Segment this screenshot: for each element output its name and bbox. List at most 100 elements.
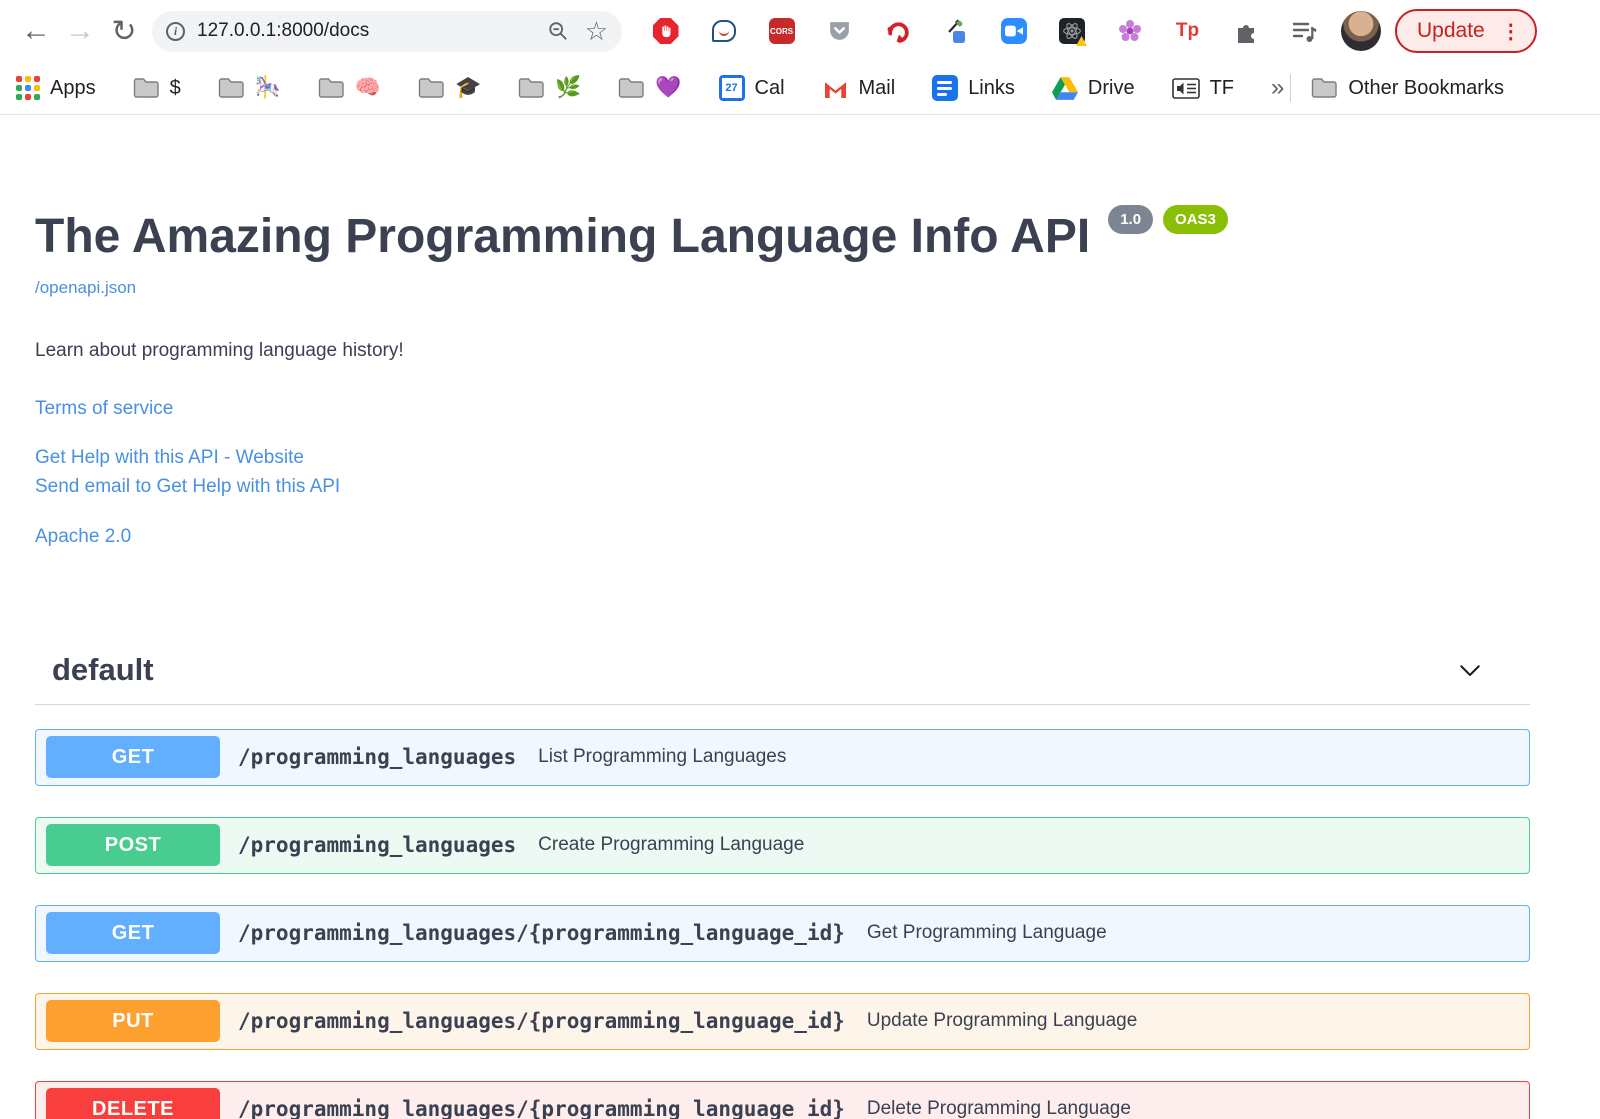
atom-devtools-icon[interactable] — [1058, 18, 1087, 46]
calendar-day: 27 — [721, 78, 742, 98]
version-badge: 1.0 — [1108, 205, 1154, 234]
endpoint-row-delete[interactable]: DELETE /programming_languages/{programmi… — [35, 1080, 1530, 1119]
puzzle-extensions-icon[interactable] — [1232, 18, 1259, 45]
bookmarks-overflow-button[interactable]: » — [1271, 74, 1284, 102]
page-title: The Amazing Programming Language Info AP… — [35, 210, 1091, 263]
license-link[interactable]: Apache 2.0 — [35, 526, 1530, 548]
folder-icon — [218, 78, 244, 98]
method-badge: GET — [46, 912, 220, 955]
bookmark-folder-brain[interactable]: 🧠 — [318, 76, 381, 100]
bookmark-label: 🎓 — [455, 76, 482, 99]
folder-icon — [418, 78, 444, 98]
folder-icon — [318, 78, 344, 98]
swagger-page: The Amazing Programming Language Info AP… — [0, 205, 1600, 1119]
openapi-spec-link[interactable]: /openapi.json — [35, 278, 136, 298]
bookmark-drive[interactable]: Drive — [1051, 76, 1135, 100]
terms-of-service-link[interactable]: Terms of service — [35, 398, 1530, 420]
other-bookmarks-button[interactable]: Other Bookmarks — [1311, 77, 1504, 100]
bookmark-tf[interactable]: TF — [1171, 77, 1234, 100]
back-button[interactable]: ← — [14, 9, 58, 53]
overflow-icon: » — [1271, 74, 1285, 101]
endpoint-row-get-list[interactable]: GET /programming_languages List Programm… — [35, 728, 1530, 786]
cors-label: CORS — [768, 18, 795, 44]
bookmark-label: Cal — [754, 76, 785, 99]
bookmark-star-icon[interactable]: ☆ — [585, 16, 608, 47]
links-icon — [932, 75, 959, 101]
bookmark-label: 💜 — [655, 76, 682, 99]
help-website-link[interactable]: Get Help with this API - Website — [35, 447, 1530, 469]
folder-icon — [133, 78, 159, 98]
method-badge: DELETE — [46, 1088, 220, 1119]
bookmark-apps[interactable]: Apps — [16, 76, 96, 100]
endpoint-summary: Delete Programming Language — [866, 1098, 1131, 1119]
update-label: Update — [1417, 19, 1485, 42]
method-badge: GET — [46, 736, 220, 779]
bookmark-label: 🌿 — [555, 76, 582, 99]
pocket-icon[interactable] — [826, 18, 853, 45]
bookmark-folder-herb[interactable]: 🌿 — [518, 76, 581, 100]
bookmarks-divider — [1290, 74, 1292, 102]
endpoint-summary: Get Programming Language — [866, 922, 1107, 944]
tp-icon[interactable]: Tp — [1174, 18, 1201, 45]
drive-icon — [1051, 76, 1078, 100]
endpoint-path: /programming_languages — [238, 745, 517, 770]
purple-flower-icon[interactable] — [1116, 18, 1143, 45]
extensions-row: CORS Tp — [652, 18, 1317, 46]
bookmark-folder-dollar[interactable]: $ — [133, 77, 181, 100]
stop-hand-adblock-icon[interactable] — [652, 18, 679, 45]
address-bar[interactable]: i 127.0.0.1:8000/docs ☆ — [152, 10, 622, 52]
other-bookmarks-label: Other Bookmarks — [1348, 76, 1504, 99]
endpoint-summary: Update Programming Language — [866, 1010, 1138, 1032]
endpoint-summary: Create Programming Language — [538, 834, 805, 856]
bookmark-label: Mail — [858, 76, 896, 99]
endpoint-row-get-one[interactable]: GET /programming_languages/{programming_… — [35, 904, 1530, 962]
forward-button[interactable]: → — [58, 9, 102, 53]
apps-grid-icon — [16, 76, 40, 100]
url-text: 127.0.0.1:8000/docs — [197, 20, 370, 41]
help-email-link[interactable]: Send email to Get Help with this API — [35, 476, 1530, 498]
bookmark-label: 🧠 — [354, 76, 382, 99]
endpoint-path: /programming_languages/{programming_lang… — [238, 1097, 845, 1119]
endpoint-row-post-create[interactable]: POST /programming_languages Create Progr… — [35, 816, 1530, 874]
bookmark-links[interactable]: Links — [932, 75, 1015, 101]
cors-icon[interactable]: CORS — [768, 18, 795, 45]
method-badge: POST — [46, 824, 220, 867]
reload-button[interactable]: ↻ — [102, 9, 146, 53]
video-camera-zoom-icon[interactable] — [1000, 18, 1027, 45]
reload-icon: ↻ — [111, 14, 137, 48]
tp-label: Tp — [1175, 20, 1200, 41]
endpoint-row-put-update[interactable]: PUT /programming_languages/{programming_… — [35, 992, 1530, 1050]
speech-bubble-icon[interactable] — [710, 18, 737, 45]
endpoint-summary: List Programming Languages — [538, 746, 787, 768]
bookmark-mail[interactable]: Mail — [822, 76, 896, 100]
browser-menu-icon[interactable]: ⋮ — [1501, 19, 1521, 44]
bookmark-label: Links — [968, 76, 1015, 99]
tag-section-header[interactable]: default — [35, 644, 1530, 705]
folder-icon — [619, 78, 645, 98]
bookmark-label: $ — [169, 76, 181, 99]
red-swirl-arrow-icon[interactable] — [884, 18, 911, 45]
endpoint-path: /programming_languages/{programming_lang… — [238, 921, 845, 946]
forward-icon: → — [65, 14, 95, 47]
eyedropper-icon[interactable] — [942, 18, 969, 45]
bookmarks-bar: Apps $ 🎠 🧠 🎓 🌿 💜 27 Cal Mail Links Drive — [0, 62, 1600, 115]
bookmark-folder-heart[interactable]: 💜 — [618, 76, 682, 100]
calendar-icon: 27 — [718, 75, 745, 101]
bookmark-label: Drive — [1087, 76, 1135, 99]
api-description: Learn about programming language history… — [35, 339, 404, 361]
bookmark-label: Apps — [50, 76, 96, 99]
card-speaker-icon — [1171, 77, 1200, 99]
chevron-down-icon[interactable] — [1455, 655, 1485, 685]
update-button[interactable]: Update ⋮ — [1395, 9, 1537, 53]
folder-icon — [1312, 78, 1338, 98]
back-icon: ← — [21, 14, 51, 47]
bookmark-folder-carousel[interactable]: 🎠 — [218, 76, 281, 100]
profile-avatar[interactable] — [1341, 11, 1381, 51]
page-info-icon[interactable]: i — [166, 21, 185, 41]
api-title-row: The Amazing Programming Language Info AP… — [35, 205, 1530, 264]
bookmark-folder-graduation[interactable]: 🎓 — [418, 76, 481, 100]
playlist-music-icon[interactable] — [1290, 18, 1317, 45]
bookmark-calendar[interactable]: 27 Cal — [718, 75, 785, 101]
zoom-out-icon[interactable] — [547, 20, 569, 42]
bookmark-label: 🎠 — [254, 76, 281, 99]
